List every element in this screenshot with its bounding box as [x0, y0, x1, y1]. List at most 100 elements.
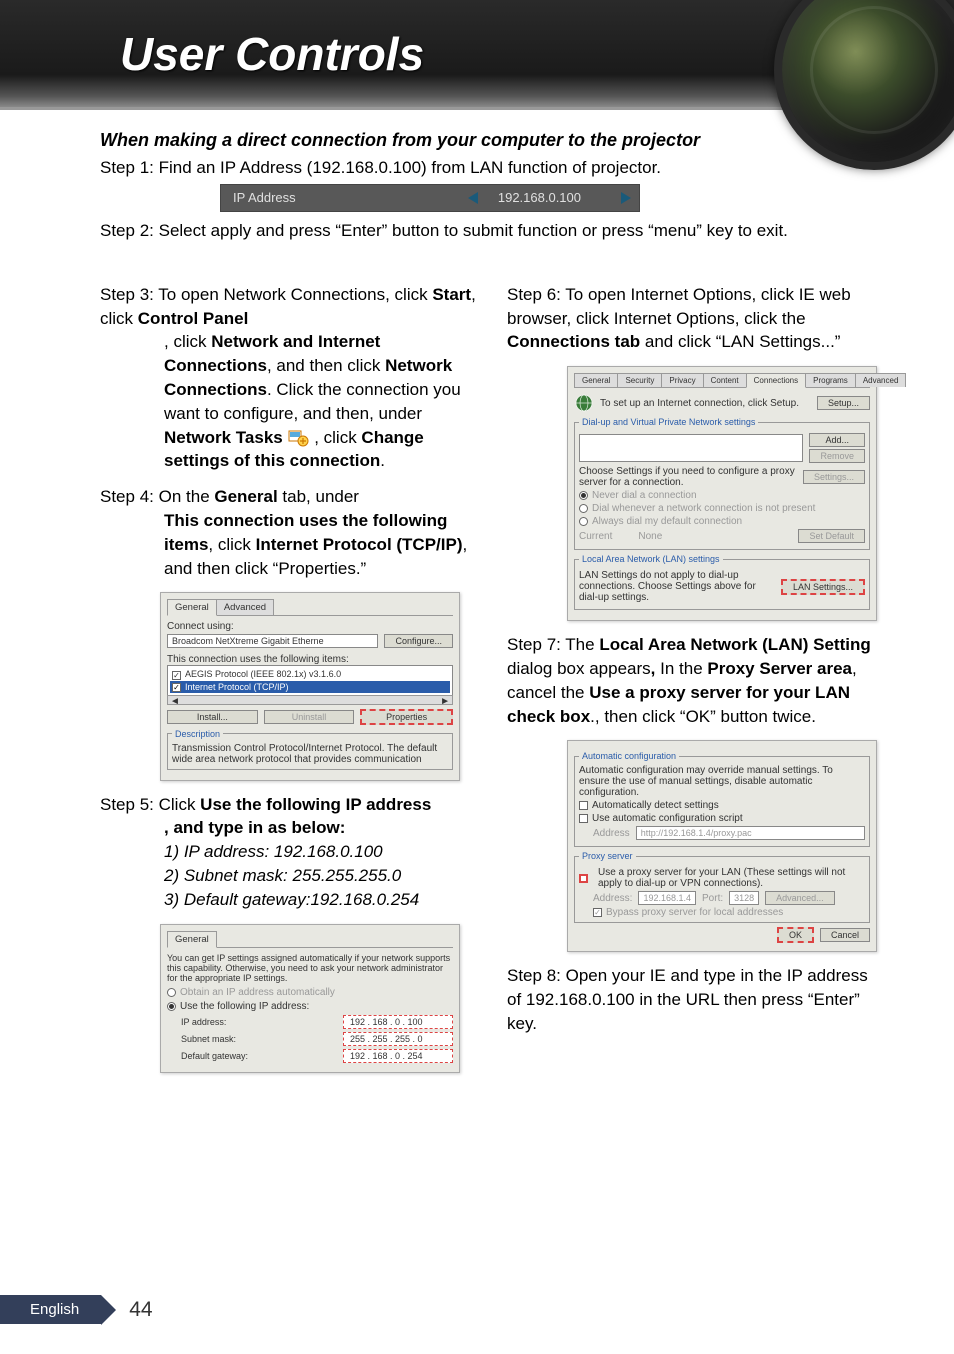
step-8: Step 8: Open your IE and type in the IP …: [507, 964, 884, 1035]
step-5-line2: 2) Subnet mask: 255.255.255.0: [100, 864, 477, 888]
add-button[interactable]: Add...: [809, 433, 865, 447]
arrow-right-icon: [621, 192, 631, 204]
default-gateway-label: Default gateway:: [181, 1051, 248, 1061]
tab-connections[interactable]: Connections: [746, 373, 806, 388]
step-2-label: Step 2:: [100, 221, 159, 240]
step-2-text-start: Select apply and press “Enter” button to…: [159, 221, 788, 240]
screenshot-general-tab: General Advanced Connect using: Broadcom…: [160, 592, 460, 780]
screenshot-connections-tab: General Security Privacy Content Connect…: [567, 366, 877, 621]
tab-general[interactable]: General: [167, 931, 217, 948]
proxy-legend: Proxy server: [579, 851, 636, 861]
radio-never[interactable]: [579, 491, 588, 500]
properties-button[interactable]: Properties: [360, 709, 453, 725]
checkbox-icon[interactable]: ✓: [172, 683, 181, 692]
ip-intro-text: You can get IP settings assigned automat…: [167, 953, 453, 983]
settings-button[interactable]: Settings...: [803, 470, 865, 484]
left-column: Step 3: To open Network Connections, cli…: [100, 283, 477, 1085]
step-6-label: Step 6:: [507, 285, 565, 304]
step-5: Step 5: Click Use the following IP addre…: [100, 793, 477, 912]
dialup-heading: Dial-up and Virtual Private Network sett…: [579, 417, 758, 427]
setup-text: To set up an Internet connection, click …: [600, 398, 811, 409]
checkbox-use-proxy[interactable]: [579, 874, 588, 883]
tab-programs[interactable]: Programs: [805, 373, 856, 387]
current-value: None: [638, 531, 662, 542]
ip-bar-label: IP Address: [221, 190, 460, 205]
subnet-mask-input[interactable]: 255 . 255 . 255 . 0: [343, 1032, 453, 1046]
step-4: Step 4: On the General tab, under This c…: [100, 485, 477, 580]
tab-privacy[interactable]: Privacy: [661, 373, 703, 387]
port-label: Port:: [702, 893, 723, 904]
screenshot-lan-settings: Automatic configuration Automatic config…: [567, 740, 877, 952]
checkbox-auto-script[interactable]: [579, 814, 588, 823]
scroll-right-icon[interactable]: ►: [440, 696, 450, 704]
tab-content[interactable]: Content: [703, 373, 747, 387]
auto-config-legend: Automatic configuration: [579, 751, 679, 761]
lan-text: LAN Settings do not apply to dial-up con…: [579, 570, 775, 603]
step-4-label: Step 4:: [100, 487, 159, 506]
ok-button[interactable]: OK: [777, 927, 814, 943]
cancel-button[interactable]: Cancel: [820, 928, 870, 942]
right-column: Step 6: To open Internet Options, click …: [507, 283, 884, 1085]
step-7-label: Step 7:: [507, 635, 565, 654]
step-5-line1: 1) IP address: 192.168.0.100: [100, 840, 477, 864]
radio-always[interactable]: [579, 517, 588, 526]
list-item: ✓Internet Protocol (TCP/IP): [170, 681, 450, 693]
proxy-address-label: Address:: [593, 893, 632, 904]
checkbox-auto-detect[interactable]: [579, 801, 588, 810]
page-title: User Controls: [0, 27, 424, 81]
step-5-line3: 3) Default gateway:192.168.0.254: [100, 888, 477, 912]
setup-button[interactable]: Setup...: [817, 396, 870, 410]
tab-general[interactable]: General: [167, 599, 217, 616]
checkbox-bypass[interactable]: ✓: [593, 908, 602, 917]
choose-settings-text: Choose Settings if you need to configure…: [579, 466, 797, 488]
screenshot-ip-settings: General You can get IP settings assigned…: [160, 924, 460, 1073]
default-gateway-input[interactable]: 192 . 168 . 0 . 254: [343, 1049, 453, 1063]
tab-advanced[interactable]: Advanced: [216, 599, 274, 615]
list-item: ✓AEGIS Protocol (IEEE 802.1x) v3.1.6.0: [170, 668, 450, 680]
step-1: Step 1: Find an IP Address (192.168.0.10…: [100, 157, 884, 180]
tab-security[interactable]: Security: [617, 373, 662, 387]
step-6: Step 6: To open Internet Options, click …: [507, 283, 884, 354]
radio-manual[interactable]: [167, 1002, 176, 1011]
arrow-left-icon: [468, 192, 478, 204]
dialup-list[interactable]: [579, 434, 803, 462]
checkbox-icon[interactable]: ✓: [172, 671, 181, 680]
section-heading: When making a direct connection from you…: [100, 130, 884, 151]
page-footer: English 44: [0, 1295, 153, 1324]
footer-language: English: [0, 1295, 101, 1324]
tab-advanced[interactable]: Advanced: [855, 373, 907, 387]
script-address-input[interactable]: http://192.168.1.4/proxy.pac: [636, 826, 865, 840]
install-button[interactable]: Install...: [167, 710, 258, 724]
ip-address-label: IP address:: [181, 1017, 226, 1027]
step-8-label: Step 8:: [507, 966, 566, 985]
step-3: Step 3: To open Network Connections, cli…: [100, 283, 477, 473]
set-default-button[interactable]: Set Default: [798, 529, 865, 543]
scroll-left-icon[interactable]: ◄: [170, 696, 180, 704]
uninstall-button[interactable]: Uninstall: [264, 710, 355, 724]
remove-button[interactable]: Remove: [809, 449, 865, 463]
configure-button[interactable]: Configure...: [384, 634, 453, 648]
lan-heading: Local Area Network (LAN) settings: [579, 554, 723, 564]
page-content: When making a direct connection from you…: [0, 110, 954, 1085]
globe-icon: [574, 393, 594, 413]
adapter-field: Broadcom NetXtreme Gigabit Etherne: [167, 634, 378, 648]
step-5-label: Step 5:: [100, 795, 159, 814]
lan-settings-button[interactable]: LAN Settings...: [781, 579, 865, 595]
subnet-mask-label: Subnet mask:: [181, 1034, 236, 1044]
advanced-button[interactable]: Advanced...: [765, 891, 835, 905]
page-number: 44: [129, 1298, 152, 1322]
ip-address-input[interactable]: 192 . 168 . 0 . 100: [343, 1015, 453, 1029]
step-1-text: Find an IP Address (192.168.0.100) from …: [159, 158, 661, 177]
radio-dial[interactable]: [579, 504, 588, 513]
ip-address-bar: IP Address 192.168.0.100: [220, 184, 640, 212]
tab-general[interactable]: General: [574, 373, 618, 387]
ip-bar-value: 192.168.0.100: [498, 190, 601, 205]
scrollbar[interactable]: ◄ ►: [167, 695, 453, 705]
step-3-label: Step 3:: [100, 285, 158, 304]
uses-items-label: This connection uses the following items…: [167, 654, 453, 665]
port-input[interactable]: 3128: [729, 891, 759, 905]
step-1-label: Step 1:: [100, 158, 159, 177]
description-text: Transmission Control Protocol/Internet P…: [172, 743, 448, 765]
radio-auto[interactable]: [167, 988, 176, 997]
proxy-address-input[interactable]: 192.168.1.4: [638, 891, 696, 905]
